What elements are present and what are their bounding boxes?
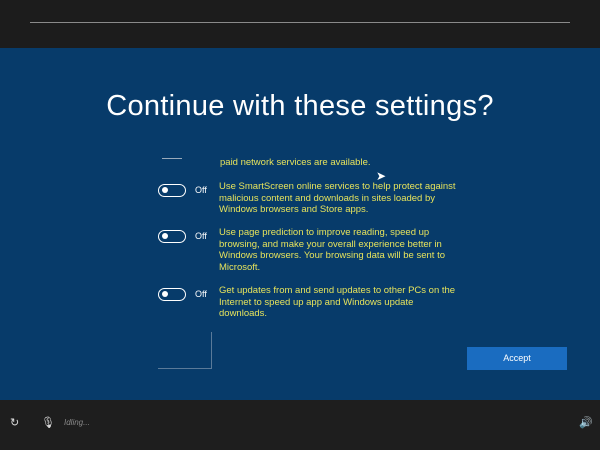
progress-line bbox=[30, 22, 570, 23]
accept-button[interactable]: Accept bbox=[467, 347, 567, 370]
page-prediction-toggle[interactable] bbox=[158, 230, 186, 243]
volume-icon[interactable]: 🔊 bbox=[579, 416, 593, 429]
setting-description: Use page prediction to improve reading, … bbox=[219, 227, 446, 274]
toggle-state: Off bbox=[195, 289, 207, 299]
partial-setting-text: paid network services are available. bbox=[220, 157, 371, 168]
divider bbox=[162, 158, 182, 159]
top-bar bbox=[0, 0, 600, 48]
cortana-status: Idling... bbox=[64, 418, 90, 427]
smartscreen-toggle[interactable] bbox=[158, 184, 186, 197]
setting-description: Use SmartScreen online services to help … bbox=[219, 181, 456, 216]
focus-outline bbox=[158, 332, 212, 369]
page-title: Continue with these settings? bbox=[106, 90, 494, 122]
toggle-state: Off bbox=[195, 185, 207, 195]
delivery-optimization-toggle[interactable] bbox=[158, 288, 186, 301]
microphone-icon[interactable]: 🎙 bbox=[41, 416, 55, 429]
toggle-state: Off bbox=[195, 231, 207, 241]
setting-row: Off Use SmartScreen online services to h… bbox=[158, 181, 458, 216]
bottom-bar bbox=[0, 400, 600, 450]
setting-row: Off Use page prediction to improve readi… bbox=[158, 227, 458, 274]
setting-row: Off Get updates from and send updates to… bbox=[158, 285, 458, 320]
setting-description: Get updates from and send updates to oth… bbox=[219, 285, 456, 320]
settings-panel: Continue with these settings? ➤ paid net… bbox=[0, 48, 600, 400]
ease-of-access-icon[interactable]: ↻ bbox=[10, 416, 19, 429]
